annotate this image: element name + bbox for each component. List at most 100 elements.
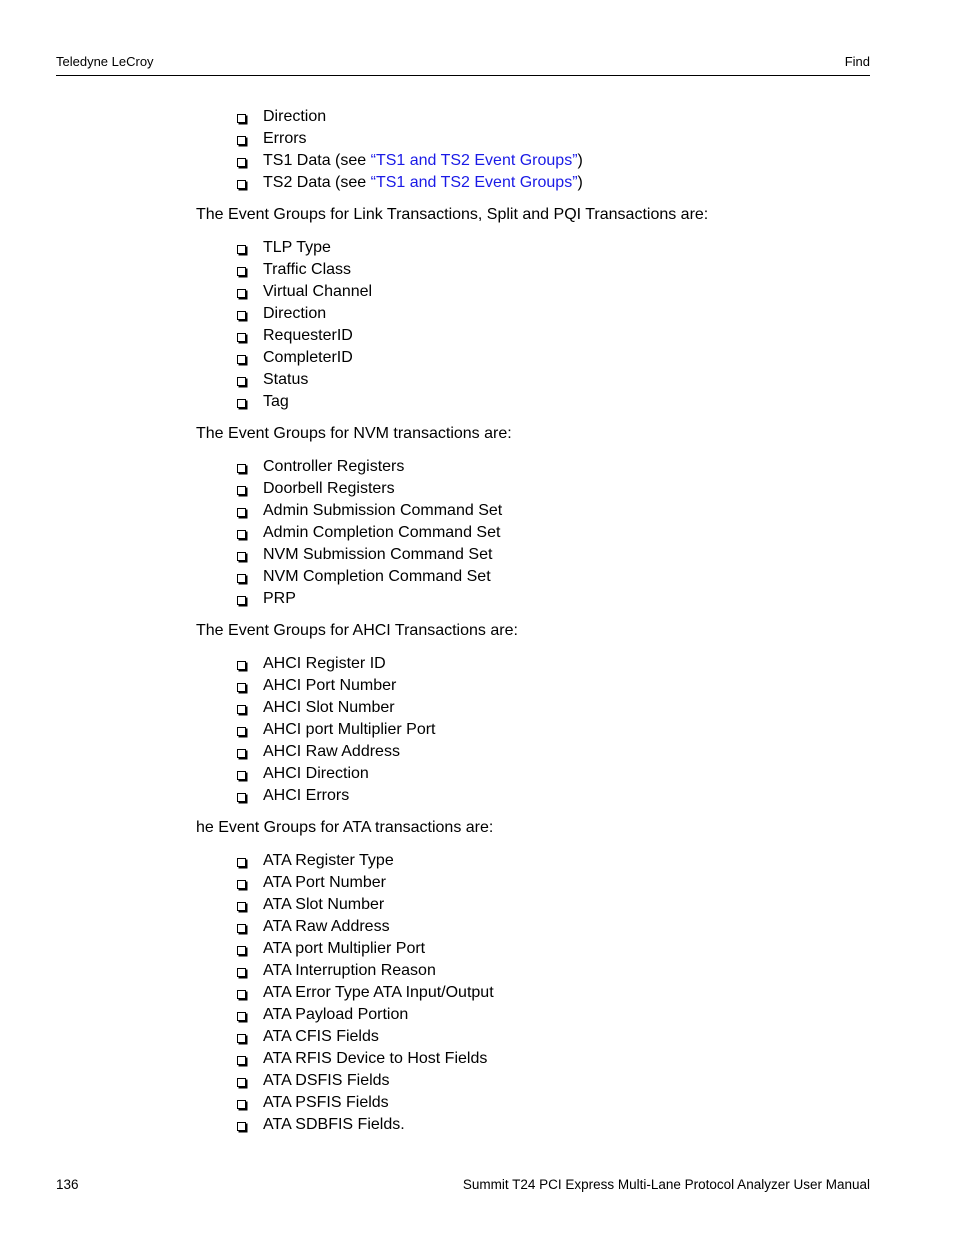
list-item-text: Status	[263, 371, 309, 388]
list-item-text: Controller Registers	[263, 458, 405, 475]
list-item-text: AHCI Register ID	[263, 655, 386, 672]
checkbox-bullet-icon	[237, 267, 246, 276]
list-item: Controller Registers	[237, 456, 876, 478]
checkbox-bullet-icon	[237, 1078, 246, 1087]
checkbox-bullet-icon	[237, 377, 246, 386]
checkbox-bullet-icon	[237, 596, 246, 605]
list-item: ATA PSFIS Fields	[237, 1092, 876, 1114]
list-item: ATA Payload Portion	[237, 1004, 876, 1026]
list-item-text: Doorbell Registers	[263, 480, 395, 497]
list-item: ATA Raw Address	[237, 916, 876, 938]
checkbox-bullet-icon	[237, 880, 246, 889]
checkbox-bullet-icon	[237, 311, 246, 320]
list-item: Direction	[237, 303, 876, 325]
list-item: ATA SDBFIS Fields.	[237, 1114, 876, 1136]
manual-title: Summit T24 PCI Express Multi-Lane Protoc…	[462, 1177, 870, 1192]
list-item: TS2 Data (see “TS1 and TS2 Event Groups”…	[237, 172, 876, 194]
checkbox-bullet-icon	[237, 1034, 246, 1043]
checkbox-bullet-icon	[237, 355, 246, 364]
list-item-text: Traffic Class	[263, 261, 352, 278]
checkbox-bullet-icon	[237, 1122, 246, 1131]
list-item-text: ATA PSFIS Fields	[263, 1094, 389, 1111]
event-group-list: TLP Type Traffic Class Virtual Channel Dire…	[196, 237, 876, 413]
list-item: ATA CFIS Fields	[237, 1026, 876, 1048]
list-item-text: AHCI Direction	[263, 765, 369, 782]
list-item-text: AHCI Port Number	[263, 677, 397, 694]
list-item: AHCI Errors	[237, 785, 876, 807]
list-item: Errors	[237, 128, 876, 150]
list-item-text: AHCI Slot Number	[263, 699, 395, 716]
checkbox-bullet-icon	[237, 727, 246, 736]
checkbox-bullet-icon	[237, 574, 246, 583]
list-item-text: PRP	[263, 590, 296, 607]
list-item: Doorbell Registers	[237, 478, 876, 500]
list-item-text: ATA port Multiplier Port	[263, 940, 426, 957]
list-item: Virtual Channel	[237, 281, 876, 303]
list-item: Status	[237, 369, 876, 391]
checkbox-bullet-icon	[237, 1056, 246, 1065]
event-group-list: ATA Register Type ATA Port Number ATA Slot…	[196, 850, 876, 1136]
list-item: ATA RFIS Device to Host Fields	[237, 1048, 876, 1070]
page-number: 136	[56, 1177, 79, 1192]
list-item-text: CompleterID	[263, 349, 353, 366]
checkbox-bullet-icon	[237, 158, 246, 167]
list-item: AHCI Raw Address	[237, 741, 876, 763]
checkbox-bullet-icon	[237, 661, 246, 670]
checkbox-bullet-icon	[237, 289, 246, 298]
list-item-text: ATA Interruption Reason	[263, 962, 436, 979]
list-item-text: ATA Payload Portion	[263, 1006, 409, 1023]
section-heading: The Event Groups for NVM transactions ar…	[196, 425, 512, 442]
list-item: NVM Submission Command Set	[237, 544, 876, 566]
header-company: Teledyne LeCroy	[56, 54, 154, 69]
ts-event-groups-link[interactable]: “TS1 and TS2 Event Groups”	[371, 152, 578, 169]
checkbox-bullet-icon	[237, 771, 246, 780]
checkbox-bullet-icon	[237, 530, 246, 539]
event-group-list: AHCI Register ID AHCI Port Number AHCI Slo…	[196, 653, 876, 807]
checkbox-bullet-icon	[237, 858, 246, 867]
checkbox-bullet-icon	[237, 968, 246, 977]
list-item-text: ATA Slot Number	[263, 896, 385, 913]
checkbox-bullet-icon	[237, 1012, 246, 1021]
list-item: AHCI Register ID	[237, 653, 876, 675]
list-item-text: ATA DSFIS Fields	[263, 1072, 390, 1089]
checkbox-bullet-icon	[237, 399, 246, 408]
list-item: ATA Interruption Reason	[237, 960, 876, 982]
list-item-text: RequesterID	[263, 327, 353, 344]
checkbox-bullet-icon	[237, 749, 246, 758]
list-item: CompleterID	[237, 347, 876, 369]
list-item-text: ATA Raw Address	[263, 918, 390, 935]
list-item-text: Admin Completion Command Set	[263, 524, 501, 541]
list-item: AHCI Direction	[237, 763, 876, 785]
checkbox-bullet-icon	[237, 683, 246, 692]
list-item-text: AHCI Errors	[263, 787, 350, 804]
list-item: ATA Error Type ATA Input/Output	[237, 982, 876, 1004]
checkbox-bullet-icon	[237, 793, 246, 802]
checkbox-bullet-icon	[237, 990, 246, 999]
list-item: ATA Slot Number	[237, 894, 876, 916]
list-item-text: Admin Submission Command Set	[263, 502, 503, 519]
list-item-text: Tag	[263, 393, 289, 410]
list-item: AHCI Port Number	[237, 675, 876, 697]
list-item-text: Direction	[263, 305, 327, 322]
event-group-list: Controller Registers Doorbell Registers Ad…	[196, 456, 876, 610]
list-item-text: TLP Type	[263, 239, 331, 256]
list-item-text: ATA CFIS Fields	[263, 1028, 379, 1045]
checkbox-bullet-icon	[237, 924, 246, 933]
checkbox-bullet-icon	[237, 114, 246, 123]
checkbox-bullet-icon	[237, 486, 246, 495]
list-item-text: ATA SDBFIS Fields.	[263, 1116, 405, 1133]
ts-event-groups-link[interactable]: “TS1 and TS2 Event Groups”	[371, 174, 578, 191]
list-item-text: ATA RFIS Device to Host Fields	[263, 1050, 488, 1067]
checkbox-bullet-icon	[237, 245, 246, 254]
checkbox-bullet-icon	[237, 333, 246, 342]
checkbox-bullet-icon	[237, 180, 246, 189]
checkbox-bullet-icon	[237, 552, 246, 561]
list-item: Admin Submission Command Set	[237, 500, 876, 522]
list-item: AHCI port Multiplier Port	[237, 719, 876, 741]
section-heading: The Event Groups for AHCI Transactions a…	[196, 622, 518, 639]
header-section: Find	[844, 54, 870, 69]
list-item-text: AHCI Raw Address	[263, 743, 400, 760]
list-item: ATA Register Type	[237, 850, 876, 872]
page-header: Teledyne LeCroy Find	[56, 53, 870, 76]
checkbox-bullet-icon	[237, 946, 246, 955]
